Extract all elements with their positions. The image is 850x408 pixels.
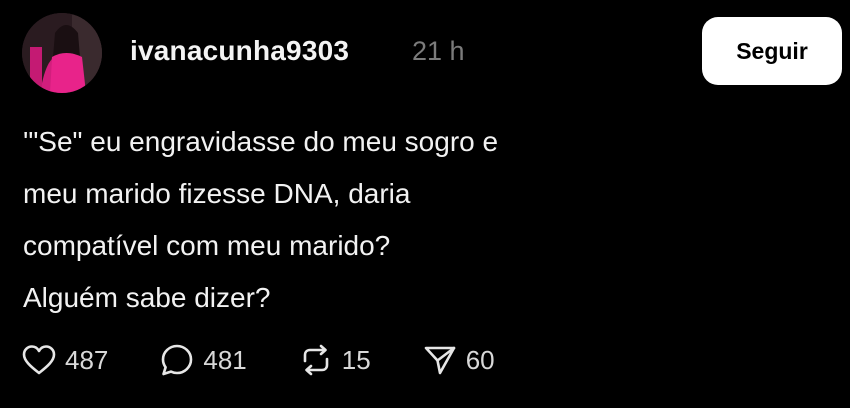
share-button[interactable]: 60: [423, 343, 495, 377]
comment-count: 481: [203, 344, 247, 375]
post-timestamp: 21 h: [412, 36, 465, 66]
post-text-line: '"Se" eu engravidasse do meu sogro e: [23, 126, 499, 157]
post-text: '"Se" eu engravidasse do meu sogro e meu…: [23, 116, 723, 324]
send-icon: [424, 346, 456, 375]
avatar-photo: [22, 13, 102, 93]
follow-button[interactable]: Seguir: [702, 17, 842, 85]
heart-icon: [22, 345, 56, 375]
like-button[interactable]: 487: [22, 344, 108, 376]
avatar[interactable]: [22, 13, 102, 93]
comment-bubble-icon: [162, 344, 193, 376]
repost-button[interactable]: 15: [299, 343, 371, 377]
like-count: 487: [65, 344, 109, 375]
post-actions: 487 481 15 60: [22, 338, 547, 382]
post-text-line: Alguém sabe dizer?: [23, 282, 271, 313]
post-text-line: compatível com meu marido?: [23, 230, 391, 261]
repost-count: 15: [341, 344, 371, 375]
username[interactable]: ivanacunha9303: [130, 35, 349, 67]
repost-icon: [303, 344, 329, 376]
share-count: 60: [465, 344, 495, 375]
post-text-line: meu marido fizesse DNA, daria: [23, 178, 411, 209]
comment-button[interactable]: 481: [160, 343, 247, 377]
